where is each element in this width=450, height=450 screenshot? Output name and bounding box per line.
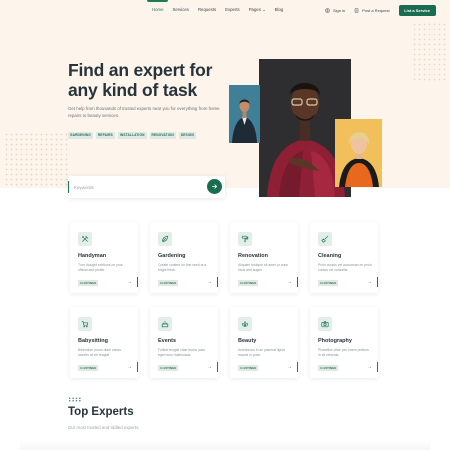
- card-description: Ameliorous in ac placerat ligula mauris …: [238, 348, 285, 357]
- tag-renovation[interactable]: RENOVATION: [149, 132, 176, 139]
- nav-link-pages[interactable]: Pages ⌄: [249, 0, 266, 20]
- card-description: Phasellus vitae pec lorem pretium in sit…: [318, 348, 369, 357]
- lotus-icon: [238, 317, 252, 331]
- tag-gardening[interactable]: GARDENING: [68, 132, 93, 139]
- category-card-babysitting[interactable]: Babysitting Bibendum purus diam varius l…: [70, 307, 138, 378]
- arrow-right-icon: [211, 184, 218, 189]
- card-description: Create content on first seed at a bright…: [158, 263, 207, 272]
- document-icon: [355, 7, 359, 13]
- card-description: Aliquam tristique sit amet pr nunc risus…: [238, 263, 289, 272]
- tag-installation[interactable]: INSTALLATION: [117, 132, 147, 139]
- nav-links: Home Services Requests Experts Pages ⌄ B…: [146, 0, 292, 20]
- listing-count-badge: 4 LISTINGS: [158, 365, 179, 371]
- leaf-icon: [158, 232, 172, 246]
- paint-roller-icon: [238, 232, 252, 246]
- hero-title: Find an expert for any kind of task: [68, 60, 213, 100]
- category-card-handyman[interactable]: Handyman Turn thought sections on your o…: [70, 222, 138, 293]
- category-card-photography[interactable]: Photography Phasellus vitae pec lorem pr…: [310, 307, 378, 378]
- section-title: Top Experts: [68, 406, 134, 418]
- card-description: Turn thought sections on your official a…: [78, 263, 123, 272]
- user-icon: [325, 7, 330, 13]
- listing-count-badge: 4 LISTINGS: [318, 365, 339, 371]
- nav-link-blog[interactable]: Blog: [275, 0, 284, 20]
- hero-photo-right: [335, 119, 382, 187]
- sign-in-label: Sign in: [333, 7, 346, 13]
- cake-icon: [158, 317, 172, 331]
- category-card-beauty[interactable]: Beauty Ameliorous in ac placerat ligula …: [230, 307, 298, 378]
- listing-count-badge: 4 LISTINGS: [78, 365, 99, 371]
- dot-pattern: [4, 132, 68, 186]
- nav-link-requests[interactable]: Requests: [198, 0, 216, 20]
- nav-link-services[interactable]: Services: [172, 0, 188, 20]
- listing-count-badge: 4 LISTINGS: [318, 280, 339, 286]
- nav-link-experts[interactable]: Experts: [225, 0, 240, 20]
- search-input[interactable]: [74, 181, 194, 193]
- expert-photo-illustration: [229, 85, 260, 143]
- nav-link-home[interactable]: Home: [146, 0, 170, 20]
- stroller-icon: [78, 317, 92, 331]
- arrow-right-icon[interactable]: →: [287, 364, 292, 370]
- tag-repairs[interactable]: REPAIRS: [95, 132, 115, 139]
- card-description: Fulfest feugiat vitae lectus justo eget …: [158, 348, 206, 357]
- card-description: Bibendum purus diam varius lobortis at v…: [78, 348, 121, 357]
- post-request-link[interactable]: Post a Request: [354, 7, 390, 13]
- category-card-gardening[interactable]: Gardening Create content on first seed a…: [150, 222, 218, 293]
- arrow-right-icon[interactable]: →: [287, 279, 292, 285]
- listing-count-badge: 4 LISTINGS: [238, 280, 259, 286]
- hero-photo-left: [229, 85, 260, 143]
- camera-icon: [318, 317, 332, 331]
- search-bar: [68, 176, 225, 198]
- hero-subtitle: Get help from thousands of trusted exper…: [68, 106, 220, 118]
- category-card-events[interactable]: Events Fulfest feugiat vitae lectus just…: [150, 307, 218, 378]
- card-title: Photography: [318, 338, 352, 344]
- card-title: Babysitting: [78, 338, 108, 344]
- arrow-right-icon[interactable]: →: [127, 364, 132, 370]
- top-nav: Home Services Requests Experts Pages ⌄ B…: [0, 0, 450, 20]
- arrow-right-icon[interactable]: →: [367, 364, 372, 370]
- card-title: Events: [158, 338, 177, 344]
- tag-design[interactable]: DESIGN: [178, 132, 196, 139]
- card-title: Handyman: [78, 253, 107, 259]
- card-title: Cleaning: [318, 253, 342, 259]
- card-title: Beauty: [238, 338, 257, 344]
- arrow-right-icon[interactable]: →: [127, 279, 132, 285]
- hero-tags: GARDENING REPAIRS INSTALLATION RENOVATIO…: [68, 132, 199, 139]
- listing-count-badge: 4 LISTINGS: [158, 280, 179, 286]
- experts-list-edge: [20, 441, 430, 450]
- broom-icon: [318, 232, 332, 246]
- card-title: Gardening: [158, 253, 186, 259]
- listing-count-badge: 4 LISTINGS: [78, 280, 99, 286]
- category-card-cleaning[interactable]: Cleaning Proin cursus vel accumsan eu pr…: [310, 222, 378, 293]
- sign-in-link[interactable]: Sign in: [325, 8, 345, 13]
- tools-icon: [78, 232, 92, 246]
- chevron-down-icon: ⌄: [262, 7, 266, 12]
- card-description: Proin cursus vel accumsan eu proin cursu…: [318, 263, 372, 272]
- nav-actions: Sign in Post a Request List a Service: [325, 0, 436, 20]
- arrow-right-icon[interactable]: →: [367, 279, 372, 285]
- search-button[interactable]: [207, 179, 222, 194]
- arrow-right-icon[interactable]: →: [207, 364, 212, 370]
- post-request-label: Post a Request: [362, 7, 390, 13]
- section-dots-decoration: [68, 397, 82, 402]
- section-subtitle: Our most trusted and skilled experts.: [68, 425, 140, 430]
- nav-link-label: Pages: [248, 7, 261, 12]
- card-title: Renovation: [238, 253, 268, 259]
- list-service-button[interactable]: List a Service: [398, 4, 436, 16]
- arrow-right-icon[interactable]: →: [207, 279, 212, 285]
- expert-photo-illustration: [335, 119, 382, 187]
- dot-pattern: [412, 22, 448, 82]
- category-card-renovation[interactable]: Renovation Aliquam tristique sit amet pr…: [230, 222, 298, 293]
- listing-count-badge: 4 LISTINGS: [238, 365, 259, 371]
